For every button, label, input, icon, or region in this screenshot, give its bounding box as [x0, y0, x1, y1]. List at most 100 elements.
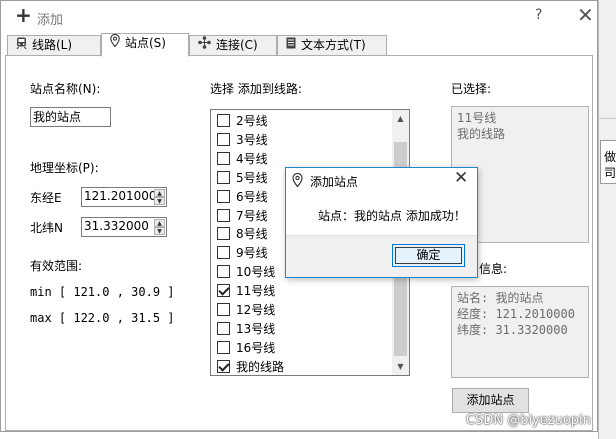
station-name-input[interactable]: 我的站点 — [30, 107, 111, 127]
ok-button[interactable]: 确定 — [392, 244, 465, 267]
close-button[interactable]: ✕ — [577, 3, 594, 27]
line-list-item[interactable]: 8号线 — [217, 224, 268, 243]
document-icon — [286, 36, 296, 55]
line-checkbox[interactable] — [217, 321, 230, 335]
latitude-label: 北纬N — [30, 221, 63, 235]
tab-text-mode-label: 文本方式(T) — [301, 38, 366, 52]
tab-connections-label: 连接(C) — [216, 38, 258, 52]
line-list-item[interactable]: 6号线 — [217, 187, 268, 206]
dialog-title: 添加站点 — [310, 175, 359, 189]
tab-lines[interactable]: 线路(L) — [7, 35, 101, 56]
coordinates-label: 地理坐标(P): — [30, 161, 99, 175]
longitude-down-icon[interactable]: ▼ — [154, 197, 165, 205]
line-label: 3号线 — [236, 132, 268, 147]
line-label: 11号线 — [236, 284, 276, 299]
tab-text-mode[interactable]: 文本方式(T) — [277, 35, 387, 56]
add-icon: + — [15, 3, 32, 27]
watermark: CSDN @biyezuopin — [466, 413, 591, 428]
line-label: 6号线 — [236, 189, 268, 204]
success-dialog: 添加站点 ✕ 站点：我的站点 添加成功！ 确定 — [285, 167, 478, 278]
tab-bar: 线路(L) 站点(S) 连接(C) 文本方式(T) — [1, 33, 597, 57]
line-list-item[interactable]: 我的线路 — [217, 357, 285, 375]
line-list-item[interactable]: 9号线 — [217, 243, 268, 262]
train-icon — [16, 36, 27, 55]
tab-stations[interactable]: 站点(S) — [101, 33, 189, 57]
tab-lines-label: 线路(L) — [32, 38, 73, 52]
window-title: 添加 — [37, 13, 64, 28]
latitude-value: 31.332000 — [84, 219, 149, 233]
line-checkbox[interactable] — [217, 208, 230, 222]
line-label: 10号线 — [236, 265, 276, 280]
line-label: 4号线 — [236, 151, 268, 166]
info-line: 经度: 121.2010000 — [457, 307, 575, 321]
line-list-item[interactable]: 4号线 — [217, 149, 268, 168]
location-pin-icon — [292, 172, 303, 190]
line-list-item[interactable]: 3号线 — [217, 130, 268, 149]
line-list-item[interactable]: 2号线 — [217, 111, 268, 130]
dialog-footer: 确定 — [286, 235, 477, 277]
dialog-close-button[interactable]: ✕ — [454, 168, 468, 188]
line-label: 12号线 — [236, 303, 276, 317]
line-checkbox[interactable] — [217, 265, 230, 279]
background-window — [598, 0, 616, 439]
info-line: 纬度: 31.3320000 — [457, 323, 568, 337]
ok-button-label: 确定 — [416, 248, 441, 262]
line-checkbox[interactable] — [217, 114, 230, 127]
line-checkbox[interactable] — [217, 189, 230, 203]
line-checkbox[interactable] — [217, 132, 230, 146]
location-pin-icon — [110, 33, 120, 53]
line-list-item[interactable]: 16号线 — [217, 338, 275, 357]
background-text-2: 司 — [604, 166, 616, 180]
latitude-up-icon[interactable]: ▲ — [154, 219, 165, 227]
line-list-item[interactable]: 13号线 — [217, 319, 275, 338]
info-line: 站名: 我的站点 — [457, 291, 544, 305]
line-list-item[interactable]: 5号线 — [217, 168, 268, 187]
scroll-up-icon[interactable]: ▲ — [392, 110, 409, 127]
line-checkbox[interactable] — [217, 303, 230, 316]
line-label: 2号线 — [236, 114, 268, 128]
line-list-item[interactable]: 7号线 — [217, 206, 268, 225]
line-label: 我的线路 — [236, 359, 285, 374]
network-icon — [198, 36, 211, 55]
selected-item: 11号线 — [457, 111, 497, 125]
line-checkbox[interactable] — [217, 227, 230, 241]
longitude-value: 121.201000 — [84, 189, 154, 203]
selected-label: 已选择: — [451, 82, 492, 96]
line-checkbox[interactable] — [217, 246, 230, 260]
dialog-title-bar[interactable]: 添加站点 ✕ — [286, 168, 477, 194]
longitude-spinbox[interactable]: 121.201000 ▲ ▼ — [81, 187, 167, 207]
line-list-item[interactable]: 10号线 — [217, 262, 275, 281]
add-station-button[interactable]: 添加站点 — [452, 388, 529, 413]
line-label: 9号线 — [236, 246, 268, 261]
longitude-up-icon[interactable]: ▲ — [154, 189, 165, 197]
line-label: 16号线 — [236, 340, 276, 355]
dialog-message: 站点：我的站点 添加成功！ — [318, 209, 466, 223]
range-min: min [ 121.0 , 30.9 ] — [30, 285, 175, 299]
latitude-spinbox[interactable]: 31.332000 ▲ ▼ — [81, 217, 167, 237]
line-checkbox[interactable] — [217, 340, 230, 354]
line-list-item[interactable]: 11号线 — [217, 281, 275, 300]
info-label: 信息: — [479, 262, 508, 276]
background-text-1: 做 — [604, 150, 616, 164]
line-checkbox[interactable] — [217, 284, 230, 298]
line-checkbox[interactable] — [217, 151, 230, 165]
line-list-item[interactable]: 12号线 — [217, 300, 275, 319]
background-divider — [598, 118, 616, 119]
line-label: 13号线 — [236, 321, 276, 336]
station-info-panel: 站名: 我的站点 经度: 121.2010000 纬度: 31.3320000 — [451, 286, 589, 378]
station-name-label: 站点名称(N): — [30, 82, 101, 96]
line-checkbox[interactable] — [217, 170, 230, 184]
tab-connections[interactable]: 连接(C) — [189, 35, 277, 56]
line-label: 5号线 — [236, 170, 268, 185]
latitude-down-icon[interactable]: ▼ — [154, 227, 165, 235]
selected-item: 我的线路 — [457, 127, 506, 141]
line-checkbox[interactable] — [217, 359, 230, 373]
valid-range-label: 有效范围: — [30, 259, 83, 273]
add-to-lines-label: 选择 添加到线路: — [210, 82, 302, 96]
range-max: max [ 122.0 , 31.5 ] — [30, 311, 175, 325]
title-bar[interactable]: + 添加 ? ✕ — [1, 1, 597, 33]
line-label: 8号线 — [236, 227, 268, 242]
help-button[interactable]: ? — [535, 7, 542, 23]
scroll-down-icon[interactable]: ▼ — [392, 358, 409, 375]
line-label: 7号线 — [236, 208, 268, 223]
